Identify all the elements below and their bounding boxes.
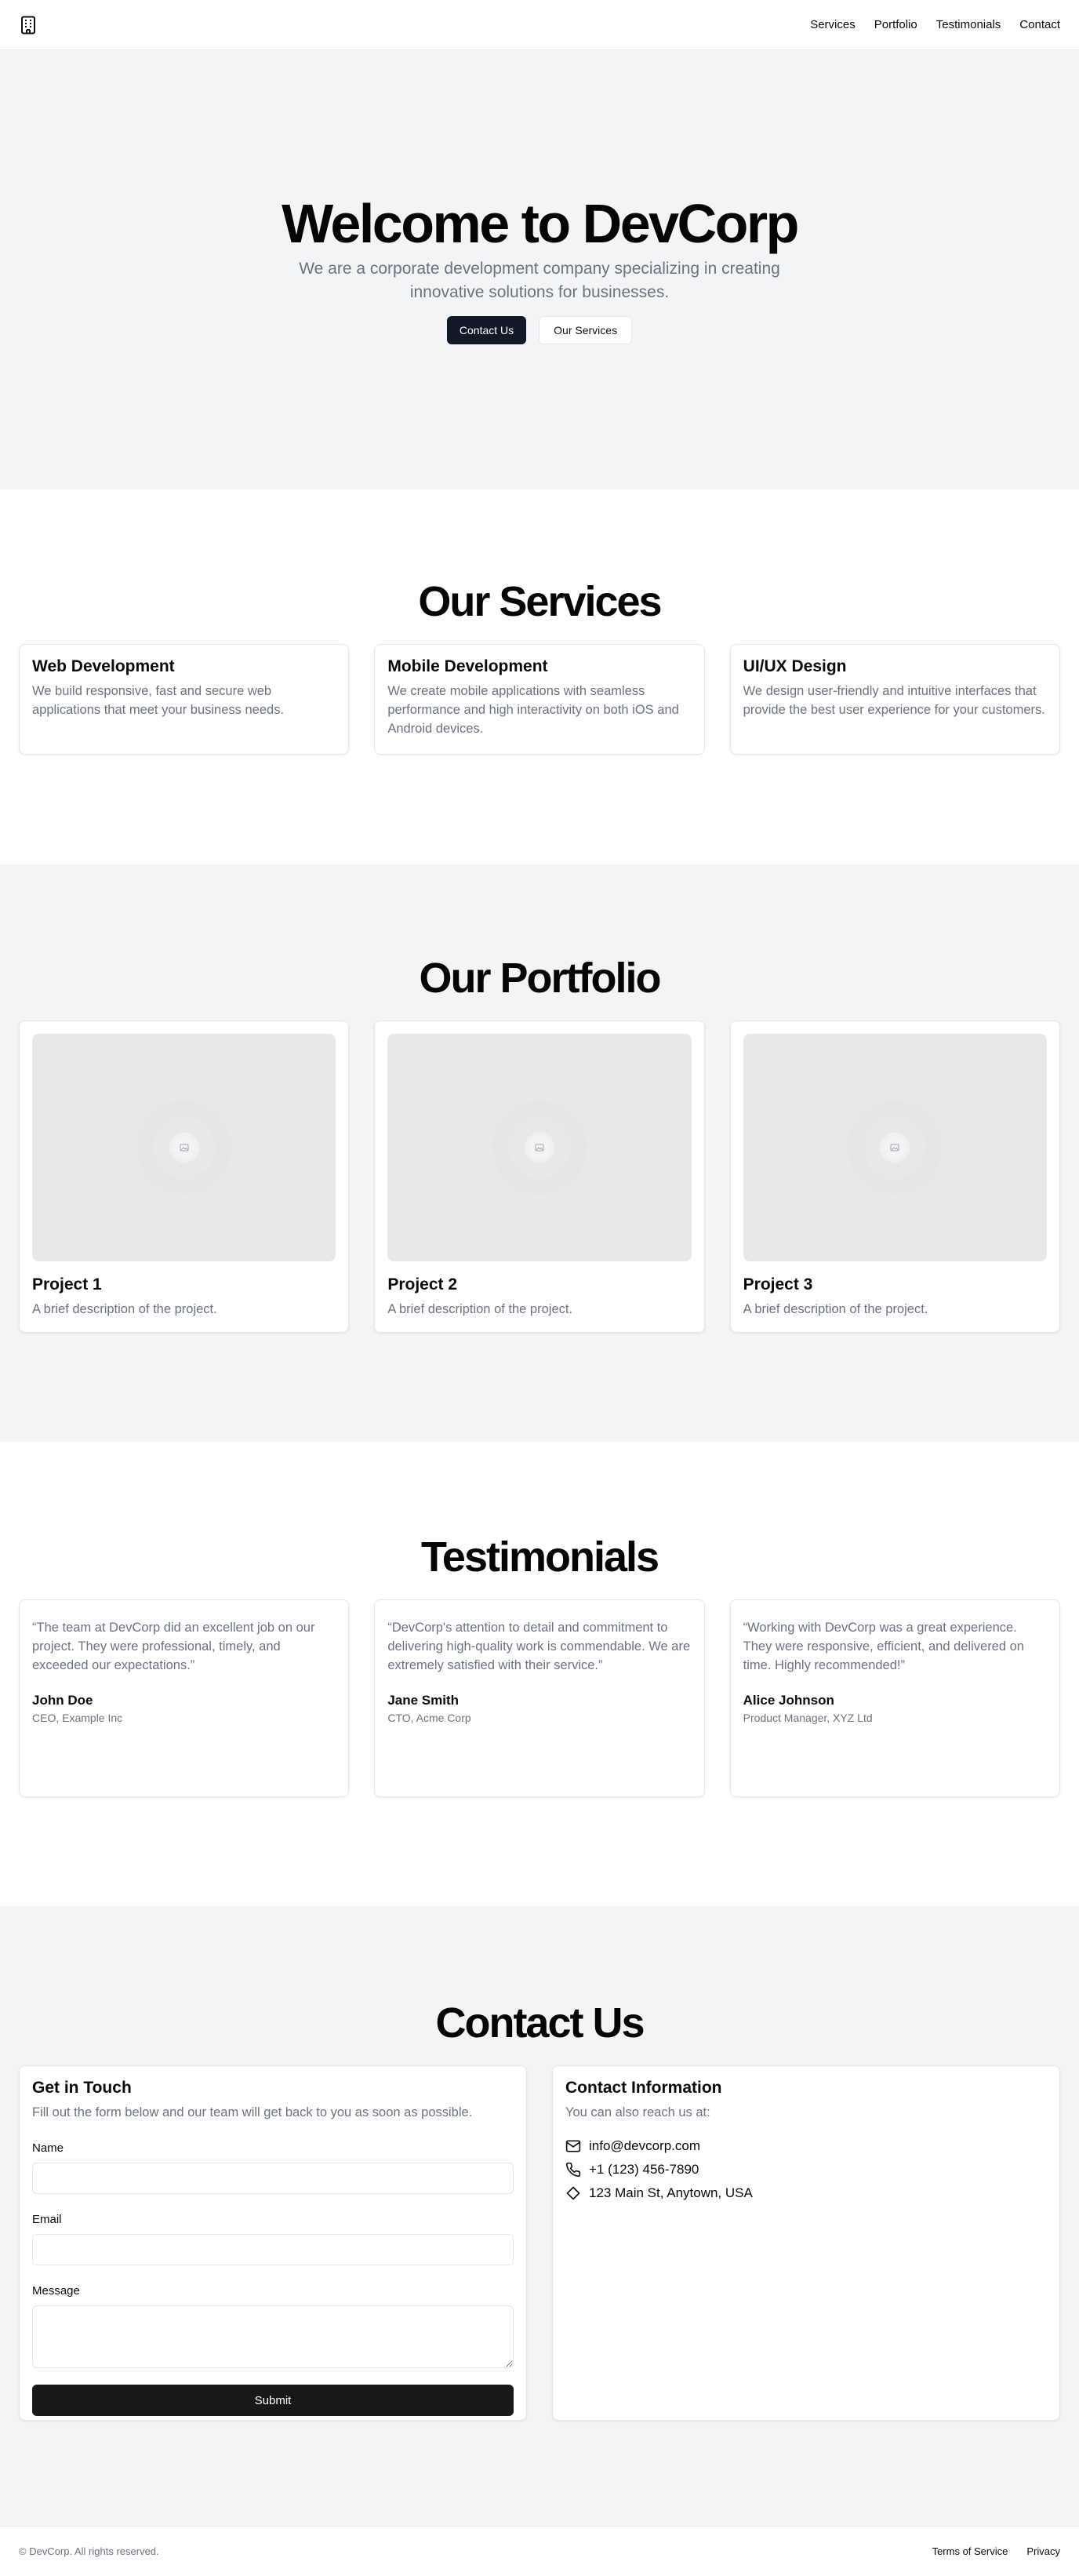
service-description: We design user-friendly and intuitive in…: [743, 684, 1045, 718]
testimonial-card: “DevCorp's attention to detail and commi…: [374, 1599, 705, 1798]
page: Services Portfolio Testimonials Contact …: [0, 0, 1079, 2576]
testimonial-author: John Doe: [32, 1693, 93, 1708]
service-description: We create mobile applications with seaml…: [387, 684, 679, 737]
project-title: Project 1: [32, 1275, 102, 1294]
testimonial-quote: “Working with DevCorp was a great experi…: [743, 1621, 1024, 1673]
hero-section: Welcome to DevCorp We are a corporate de…: [0, 50, 1079, 489]
contact-us-button[interactable]: Contact Us: [446, 316, 527, 345]
hero-subtitle: We are a corporate development company s…: [299, 260, 780, 301]
service-title: Web Development: [32, 657, 175, 676]
project-image: [32, 1034, 336, 1262]
image-placeholder-icon: [535, 1144, 544, 1152]
contact-heading: Contact Us: [435, 1999, 645, 2047]
project-title: Project 2: [387, 1275, 458, 1294]
services-heading: Our Services: [418, 578, 662, 625]
testimonial-quote: “The team at DevCorp did an excellent jo…: [32, 1621, 315, 1673]
location-icon: [566, 2186, 580, 2200]
info-email: info@devcorp.com: [589, 2138, 700, 2154]
service-description: We build responsive, fast and secure web…: [32, 684, 285, 718]
our-services-button[interactable]: Our Services: [539, 316, 633, 345]
project-description: A brief description of the project.: [387, 1302, 573, 1317]
project-card[interactable]: Project 3 A brief description of the pro…: [729, 1021, 1060, 1333]
main-nav: Services Portfolio Testimonials Contact: [810, 18, 1060, 31]
testimonial-card: “Working with DevCorp was a great experi…: [729, 1599, 1060, 1798]
hero-title: Welcome to DevCorp: [282, 192, 799, 254]
email-label: Email: [32, 2213, 62, 2227]
form-subtitle: Fill out the form below and our team wil…: [32, 2105, 473, 2120]
testimonial-author: Alice Johnson: [743, 1693, 834, 1708]
site-header: Services Portfolio Testimonials Contact: [0, 0, 1079, 50]
project-image: [743, 1034, 1047, 1262]
nav-link-portfolio[interactable]: Portfolio: [874, 18, 917, 31]
hero-buttons: Contact Us Our Services: [446, 316, 633, 345]
copyright: © DevCorp. All rights reserved.: [19, 2545, 159, 2557]
testimonial-card: “The team at DevCorp did an excellent jo…: [19, 1599, 350, 1798]
portfolio-heading: Our Portfolio: [419, 955, 662, 1002]
project-image: [387, 1034, 692, 1262]
building-icon: [21, 16, 35, 34]
image-placeholder-icon: [180, 1144, 189, 1152]
name-label: Name: [32, 2141, 64, 2156]
privacy-link[interactable]: Privacy: [1026, 2545, 1060, 2557]
nav-link-services[interactable]: Services: [810, 18, 856, 31]
info-address-row: 123 Main St, Anytown, USA: [565, 2185, 1047, 2201]
services-section: Our Services Web Development We build re…: [0, 489, 1079, 864]
email-field[interactable]: [32, 2234, 514, 2266]
project-title: Project 3: [743, 1275, 813, 1294]
message-label: Message: [32, 2284, 80, 2298]
contact-form-card: Get in Touch Fill out the form below and…: [19, 2065, 527, 2421]
image-placeholder-icon: [890, 1144, 899, 1152]
site-footer: © DevCorp. All rights reserved. Terms of…: [0, 2526, 1079, 2576]
testimonials-grid: “The team at DevCorp did an excellent jo…: [0, 1599, 1079, 1798]
name-field[interactable]: [32, 2163, 514, 2195]
testimonials-section: Testimonials “The team at DevCorp did an…: [0, 1442, 1079, 1906]
footer-links: Terms of Service Privacy: [932, 2545, 1060, 2557]
testimonial-quote: “DevCorp's attention to detail and commi…: [387, 1621, 691, 1673]
form-title: Get in Touch: [32, 2079, 132, 2098]
contact-section: Contact Us Get in Touch Fill out the for…: [0, 1906, 1079, 2526]
phone-icon: [565, 2163, 581, 2178]
project-description: A brief description of the project.: [743, 1302, 928, 1317]
project-description: A brief description of the project.: [32, 1302, 217, 1317]
info-title: Contact Information: [565, 2079, 722, 2098]
testimonial-role: CTO, Acme Corp: [387, 1712, 471, 1725]
service-card: Mobile Development We create mobile appl…: [374, 644, 705, 755]
info-address: 123 Main St, Anytown, USA: [589, 2185, 753, 2201]
info-subtitle: You can also reach us at:: [565, 2105, 710, 2120]
service-card: UI/UX Design We design user-friendly and…: [729, 644, 1060, 755]
portfolio-section: Our Portfolio Project 1 A brief descript…: [0, 864, 1079, 1442]
nav-link-contact[interactable]: Contact: [1019, 18, 1060, 31]
testimonials-heading: Testimonials: [420, 1534, 659, 1581]
testimonial-role: Product Manager, XYZ Ltd: [743, 1712, 873, 1725]
submit-button[interactable]: Submit: [32, 2385, 514, 2417]
project-card[interactable]: Project 2 A brief description of the pro…: [374, 1021, 705, 1333]
info-email-row[interactable]: info@devcorp.com: [565, 2138, 1047, 2154]
services-grid: Web Development We build responsive, fas…: [0, 644, 1079, 755]
service-title: Mobile Development: [387, 657, 548, 676]
info-phone-row[interactable]: +1 (123) 456-7890: [565, 2162, 1047, 2178]
project-card[interactable]: Project 1 A brief description of the pro…: [19, 1021, 350, 1333]
message-field[interactable]: [32, 2305, 514, 2369]
service-card: Web Development We build responsive, fas…: [19, 644, 350, 755]
mail-icon: [565, 2140, 581, 2152]
contact-info-card: Contact Information You can also reach u…: [552, 2065, 1060, 2421]
testimonial-author: Jane Smith: [387, 1693, 460, 1708]
service-title: UI/UX Design: [743, 657, 847, 676]
logo-link[interactable]: [19, 16, 38, 35]
contact-grid: Get in Touch Fill out the form below and…: [0, 2065, 1079, 2421]
info-phone: +1 (123) 456-7890: [589, 2162, 699, 2178]
testimonial-role: CEO, Example Inc: [32, 1712, 123, 1725]
terms-link[interactable]: Terms of Service: [932, 2545, 1008, 2557]
nav-link-testimonials[interactable]: Testimonials: [936, 18, 1001, 31]
portfolio-grid: Project 1 A brief description of the pro…: [0, 1021, 1079, 1333]
